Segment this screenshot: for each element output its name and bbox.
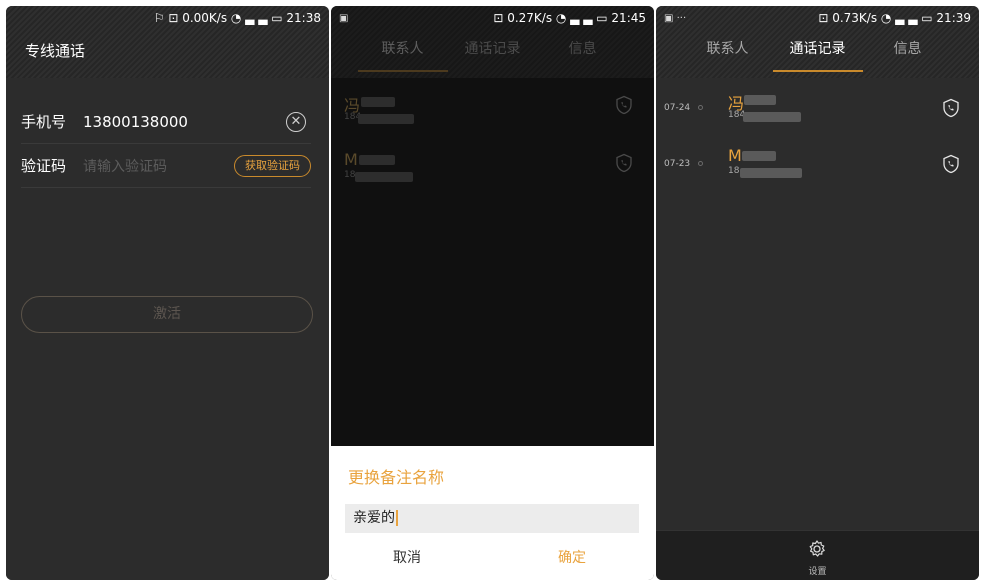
contact-number: 18 [344, 170, 356, 180]
status-left: ▣ [339, 12, 349, 24]
rename-dialog-screen: ▣ ⊡ 0.27K/s ◔ ▃ ▃ ▭ 21:45 联系人 通话记录 信息 冯 … [331, 6, 654, 580]
status-bar: ▣ ··· ⊡ 0.73K/s ◔ ▃ ▃ ▭ 21:39 [656, 6, 979, 30]
redacted-name [361, 97, 395, 107]
tab-messages[interactable]: 信息 [538, 32, 628, 78]
contact-name: M [344, 150, 358, 169]
page-title: 专线通话 [25, 42, 86, 60]
tab-call-log[interactable]: 通话记录 [448, 32, 538, 78]
redacted-number [355, 172, 413, 182]
status-right: ⊡ 0.27K/s ◔ ▃ ▃ ▭ 21:45 [493, 11, 646, 25]
gear-icon[interactable] [807, 539, 827, 559]
contact-number: 18 [728, 166, 740, 176]
phone-field-row: 手机号 13800138000 ✕ [21, 100, 311, 144]
tab-call-log[interactable]: 通话记录 [772, 32, 863, 78]
form-area: 手机号 13800138000 ✕ 验证码 请输入验证码 获取验证码 激活 [6, 78, 329, 580]
redacted-number [358, 114, 414, 124]
call-log-screen: ▣ ··· ⊡ 0.73K/s ◔ ▃ ▃ ▭ 21:39 联系人 通话记录 信… [656, 6, 979, 580]
alias-input-value: 亲爱的 [353, 510, 395, 526]
redacted-name [742, 151, 776, 161]
call-date: 07-24 [664, 103, 691, 113]
tab-bar: 联系人 通话记录 信息 [331, 32, 654, 78]
redacted-name [359, 155, 395, 165]
tab-contacts[interactable]: 联系人 [683, 32, 773, 78]
tab-bar: 联系人 通话记录 信息 [656, 32, 979, 78]
rename-dialog: 更换备注名称 亲爱的 取消 确定 [331, 446, 654, 580]
call-date: 07-23 [664, 159, 691, 169]
code-label: 验证码 [21, 157, 67, 175]
redacted-number [743, 112, 801, 122]
code-field-row: 验证码 请输入验证码 获取验证码 [21, 144, 311, 188]
status-right: ⊡ 0.73K/s ◔ ▃ ▃ ▭ 21:39 [818, 11, 971, 25]
tab-contacts[interactable]: 联系人 [357, 32, 448, 78]
phone-shield-icon[interactable] [614, 95, 634, 115]
alias-input[interactable]: 亲爱的 [345, 504, 639, 533]
settings-label[interactable]: 设置 [656, 564, 979, 577]
timeline-dot [698, 161, 703, 166]
get-code-button[interactable]: 获取验证码 [234, 155, 311, 177]
phone-shield-icon[interactable] [941, 98, 961, 118]
text-cursor [396, 510, 398, 526]
contact-item[interactable]: 冯 184 [331, 84, 654, 142]
status-bar: ⚐ ⊡ 0.00K/s ◔ ▃ ▃ ▭ 21:38 [6, 6, 329, 30]
contact-name: M [728, 146, 742, 165]
contact-item[interactable]: M 18 [331, 142, 654, 200]
phone-shield-icon[interactable] [941, 154, 961, 174]
phone-input[interactable]: 13800138000 [83, 113, 188, 131]
call-item[interactable]: 07-24 冯 184 [656, 84, 979, 142]
timeline-dot [698, 105, 703, 110]
code-input[interactable]: 请输入验证码 [83, 156, 167, 176]
redacted-name [744, 95, 776, 105]
bottom-bar: 设置 [656, 530, 979, 580]
status-right: ⚐ ⊡ 0.00K/s ◔ ▃ ▃ ▭ 21:38 [153, 11, 321, 25]
confirm-button[interactable]: 确定 [558, 547, 586, 567]
redacted-number [740, 168, 802, 178]
phone-shield-icon[interactable] [614, 153, 634, 173]
activation-screen: ⚐ ⊡ 0.00K/s ◔ ▃ ▃ ▭ 21:38 专线通话 手机号 13800… [6, 6, 329, 580]
close-circle-icon[interactable]: ✕ [286, 112, 306, 132]
status-bar: ▣ ⊡ 0.27K/s ◔ ▃ ▃ ▭ 21:45 [331, 6, 654, 30]
cancel-button[interactable]: 取消 [393, 547, 421, 567]
activate-button[interactable]: 激活 [21, 296, 313, 333]
call-item[interactable]: 07-23 M 18 [656, 140, 979, 198]
call-list: 07-24 冯 184 07-23 M 18 [656, 78, 979, 530]
phone-label: 手机号 [21, 113, 67, 131]
dialog-title: 更换备注名称 [348, 468, 445, 487]
tab-messages[interactable]: 信息 [863, 32, 953, 78]
status-left: ▣ ··· [664, 12, 687, 24]
